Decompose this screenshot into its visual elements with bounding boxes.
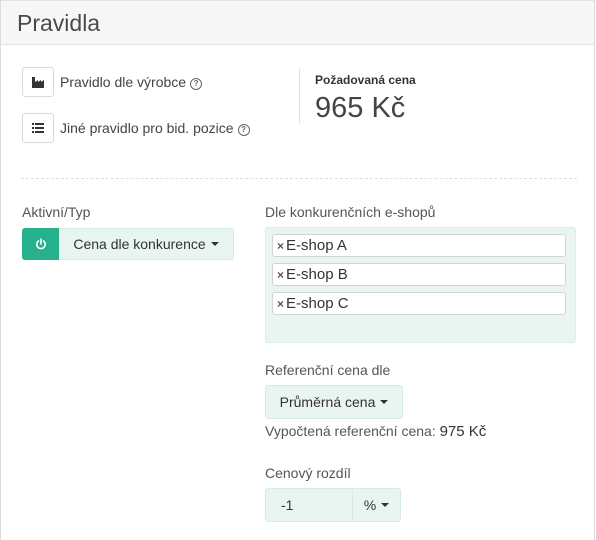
list-rule-button[interactable] [22,113,54,143]
caret-down-icon [210,242,219,246]
eshop-tag: × E-shop C [272,292,566,315]
manufacturer-rule-label: Pravidlo dle výrobce [60,74,187,90]
eshop-tag-label: E-shop B [286,266,348,283]
required-price-label: Požadovaná cena [315,73,416,87]
divider [299,68,300,124]
reference-dropdown[interactable]: Průměrná cena [265,385,403,419]
rules-panel: Pravidla Pravidlo dle výrobce? Jiné prav… [0,0,595,540]
factory-icon [31,77,44,88]
required-price-value: 965 Kč [315,92,406,124]
list-icon [32,123,44,133]
factory-rule-button[interactable] [22,67,54,97]
caret-down-icon [380,400,389,404]
eshop-tag-label: E-shop C [286,295,349,312]
remove-tag-icon[interactable]: × [277,268,284,282]
competitors-label: Dle konkurenčních e-shopů [265,204,436,220]
manufacturer-rule: Pravidlo dle výrobce? [60,74,203,90]
reference-dropdown-value: Průměrná cena [279,394,376,410]
computed-reference-value: 975 Kč [439,423,487,440]
power-icon [36,238,46,250]
price-diff-unit-dropdown[interactable]: % [352,488,401,522]
section-divider [21,178,577,179]
help-icon[interactable]: ? [237,124,250,136]
active-toggle-button[interactable] [22,228,60,260]
price-diff-input[interactable]: -1 [265,488,353,522]
computed-reference-label: Vypočtená referenční cena: [265,423,436,439]
panel-header: Pravidla [1,0,594,45]
reference-label: Referenční cena dle [265,362,391,378]
other-rule-label: Jiné pravidlo pro bid. pozice [60,120,234,136]
eshop-multiselect[interactable]: × E-shop A × E-shop B × E-shop C [265,227,576,343]
active-type-label: Aktivní/Typ [22,204,91,220]
help-icon[interactable]: ? [190,78,203,90]
panel-title: Pravidla [17,10,101,36]
type-dropdown[interactable]: Cena dle konkurence [59,228,234,260]
eshop-tag: × E-shop A [272,234,566,257]
eshop-tag: × E-shop B [272,263,566,286]
caret-down-icon [381,503,390,507]
price-diff-label: Cenový rozdíl [265,465,351,481]
computed-reference: Vypočtená referenční cena: 975 Kč [265,423,486,440]
other-rule: Jiné pravidlo pro bid. pozice? [60,120,250,136]
remove-tag-icon[interactable]: × [277,297,284,311]
price-diff-unit-value: % [363,497,377,513]
type-dropdown-value: Cena dle konkurence [73,236,206,252]
remove-tag-icon[interactable]: × [277,239,284,253]
eshop-tag-label: E-shop A [286,237,347,254]
